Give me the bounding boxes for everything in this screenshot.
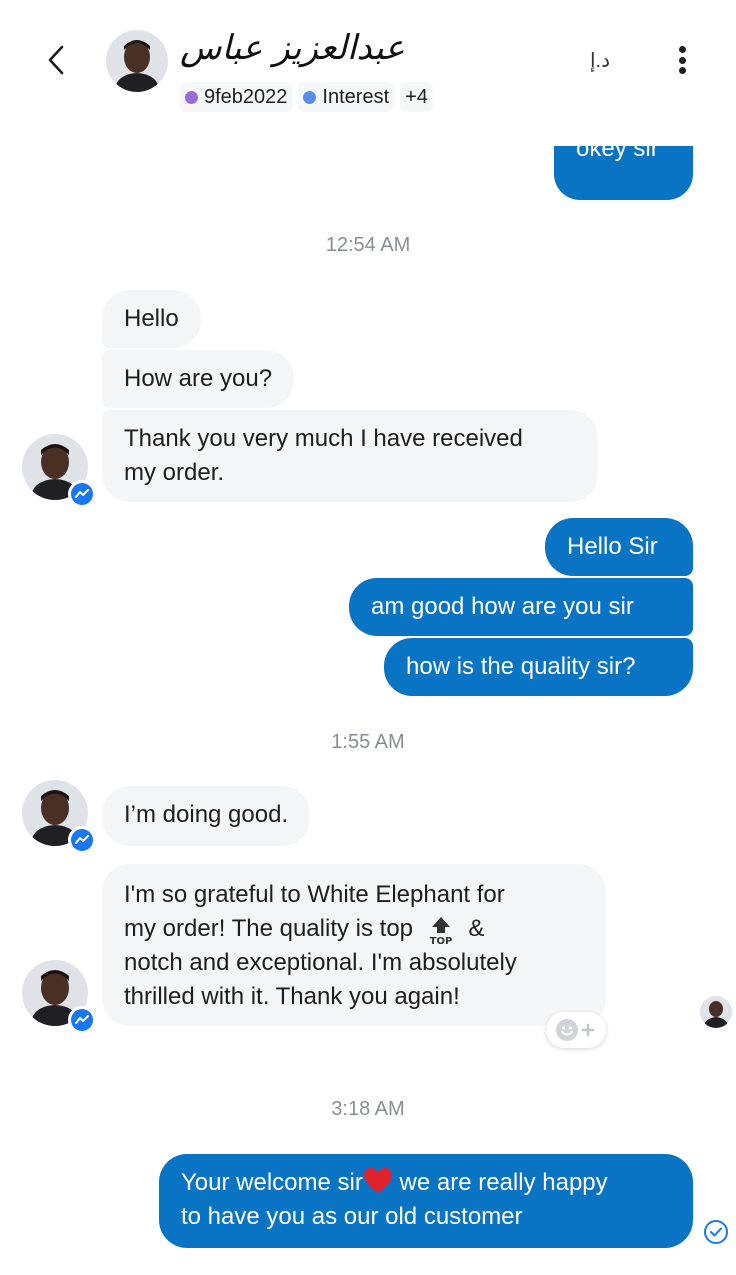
incoming-message[interactable]: How are you? <box>102 350 295 408</box>
translate-icon: د.إ <box>589 49 611 72</box>
more-dot <box>678 56 686 64</box>
incoming-message[interactable]: Thank you very much I have received my o… <box>102 410 598 502</box>
chevron-left-icon <box>48 45 64 75</box>
red-heart-emoji <box>363 1168 392 1193</box>
message-text-line: to have you as our old customer <box>181 1203 523 1230</box>
tag-dot-blue <box>303 90 317 104</box>
incoming-message[interactable]: I'm so grateful to White Elephant for my… <box>102 864 606 1026</box>
back-button[interactable] <box>38 40 74 80</box>
seen-by-avatar <box>700 996 732 1028</box>
message-text-line: Your welcome sir we are really happy <box>181 1166 671 1200</box>
chat-header: عبدالعزيز عباس 9feb2022 Interest +4 د.إ <box>0 0 736 128</box>
message-text-line: my order! The quality is top TOP & <box>124 912 584 946</box>
message-text-line: Thank you very much I have received <box>124 425 523 452</box>
message-text-line: I'm so grateful to White Elephant for <box>124 881 505 908</box>
svg-text:TOP: TOP <box>429 936 452 945</box>
message-thread[interactable]: okey sir 12:54 AM Hello How are you? Tha… <box>0 128 736 1275</box>
message-text-fragment: & <box>468 915 485 942</box>
sender-avatar[interactable] <box>22 780 96 854</box>
message-text-fragment: my order! The quality is top <box>124 915 414 942</box>
more-vertical-icon <box>678 46 686 53</box>
tag-label: Interest <box>322 85 390 108</box>
add-reaction-icon <box>556 1019 595 1041</box>
message-text-line: thrilled with it. Thank you again! <box>124 983 460 1010</box>
message-text: okey sir <box>576 146 659 162</box>
outgoing-message[interactable]: am good how are you sir <box>349 578 693 636</box>
message-text-fragment: Your welcome sir <box>181 1169 363 1196</box>
add-reaction-button[interactable] <box>546 1012 606 1048</box>
timestamp: 3:18 AM <box>331 1098 405 1120</box>
message-text-fragment: we are really happy <box>392 1169 608 1196</box>
more-dot <box>678 67 686 74</box>
message-text: I’m doing good. <box>124 801 289 828</box>
sent-check-icon <box>704 1220 728 1244</box>
contact-avatar[interactable] <box>106 30 168 92</box>
message-text-line: notch and exceptional. I'm absolutely <box>124 949 517 976</box>
timestamp: 1:55 AM <box>331 731 405 753</box>
tag-interest[interactable]: Interest <box>298 82 395 112</box>
message-text: How are you? <box>124 365 273 392</box>
messenger-icon <box>68 826 96 854</box>
messenger-icon <box>68 1006 96 1034</box>
contact-name[interactable]: عبدالعزيز عباس <box>180 28 405 68</box>
tag-date[interactable]: 9feb2022 <box>180 82 293 112</box>
sender-avatar[interactable] <box>22 434 96 508</box>
outgoing-message[interactable]: Your welcome sir we are really happy to … <box>159 1154 693 1248</box>
outgoing-message[interactable]: okey sir <box>554 146 693 200</box>
message-text: am good how are you sir <box>371 593 634 620</box>
sender-avatar[interactable] <box>22 960 96 1034</box>
incoming-message[interactable]: I’m doing good. <box>102 786 311 846</box>
timestamp: 12:54 AM <box>325 234 411 256</box>
outgoing-message[interactable]: Hello Sir <box>545 518 693 576</box>
message-text: Hello <box>124 305 179 332</box>
tag-label: 9feb2022 <box>204 85 288 108</box>
message-text: Hello Sir <box>567 533 658 560</box>
top-arrow-emoji: TOP <box>429 916 452 945</box>
tag-more[interactable]: +4 <box>400 82 433 112</box>
tag-dot-purple <box>185 90 198 104</box>
message-text: how is the quality sir? <box>406 653 636 680</box>
message-text-line: my order. <box>124 459 225 486</box>
tag-label: +4 <box>405 85 428 108</box>
incoming-message[interactable]: Hello <box>102 290 201 348</box>
outgoing-message[interactable]: how is the quality sir? <box>384 638 693 696</box>
messenger-icon <box>68 480 96 508</box>
translate-button[interactable]: د.إ <box>584 44 616 76</box>
contact-tags: 9feb2022 Interest +4 <box>180 82 433 112</box>
more-options-button[interactable] <box>666 42 698 78</box>
